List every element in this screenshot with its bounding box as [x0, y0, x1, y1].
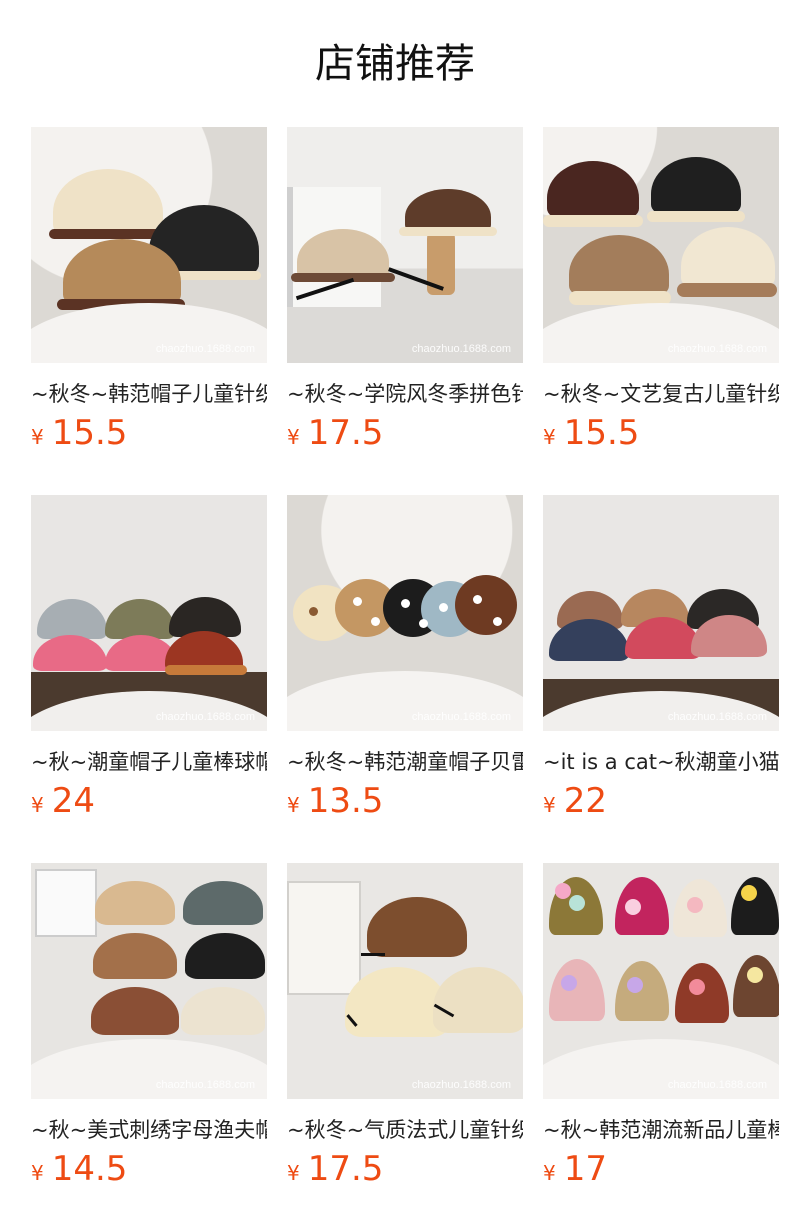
watermark: chaozhuo.1688.com: [155, 711, 255, 723]
currency-symbol: ¥: [287, 1161, 300, 1185]
watermark: chaozhuo.1688.com: [411, 343, 511, 355]
watermark: chaozhuo.1688.com: [667, 1079, 767, 1091]
currency-symbol: ¥: [543, 425, 556, 449]
product-image[interactable]: chaozhuo.1688.com: [287, 495, 523, 731]
product-image[interactable]: chaozhuo.1688.com: [31, 863, 267, 1099]
price-value: 17: [563, 1149, 607, 1189]
currency-symbol: ¥: [31, 425, 44, 449]
product-card[interactable]: chaozhuo.1688.com ~秋冬~学院风冬季拼色针织帽 ¥ 17.5: [287, 127, 523, 453]
product-price: ¥ 17: [543, 1149, 779, 1189]
product-price: ¥ 22: [543, 781, 779, 821]
currency-symbol: ¥: [287, 425, 300, 449]
product-price: ¥ 14.5: [31, 1149, 267, 1189]
product-price: ¥ 24: [31, 781, 267, 821]
price-value: 24: [51, 781, 95, 821]
product-name[interactable]: ~秋冬~韩范帽子儿童针织渔夫帽: [31, 381, 267, 407]
currency-symbol: ¥: [31, 793, 44, 817]
product-name[interactable]: ~秋~美式刺绣字母渔夫帽: [31, 1117, 267, 1143]
watermark: chaozhuo.1688.com: [411, 711, 511, 723]
product-price: ¥ 17.5: [287, 413, 523, 453]
page-title: 店铺推荐: [315, 41, 475, 87]
product-card[interactable]: chaozhuo.1688.com ~秋~美式刺绣字母渔夫帽 ¥ 14.5: [31, 863, 267, 1189]
product-image[interactable]: chaozhuo.1688.com: [287, 127, 523, 363]
price-value: 15.5: [51, 413, 128, 453]
product-name[interactable]: ~秋冬~学院风冬季拼色针织帽: [287, 381, 523, 407]
product-card[interactable]: chaozhuo.1688.com ~秋冬~韩范帽子儿童针织渔夫帽 ¥ 15.5: [31, 127, 267, 453]
watermark: chaozhuo.1688.com: [155, 343, 255, 355]
price-value: 13.5: [307, 781, 384, 821]
product-image[interactable]: chaozhuo.1688.com: [287, 863, 523, 1099]
currency-symbol: ¥: [543, 1161, 556, 1185]
product-image[interactable]: chaozhuo.1688.com: [31, 495, 267, 731]
price-value: 17.5: [307, 1149, 384, 1189]
product-name[interactable]: ~秋~韩范潮流新品儿童棒球帽: [543, 1117, 779, 1143]
product-price: ¥ 13.5: [287, 781, 523, 821]
product-price: ¥ 15.5: [31, 413, 267, 453]
product-card[interactable]: chaozhuo.1688.com ~秋冬~气质法式儿童针织帽 ¥ 17.5: [287, 863, 523, 1189]
product-image[interactable]: chaozhuo.1688.com: [543, 127, 779, 363]
product-card[interactable]: chaozhuo.1688.com ~秋~潮童帽子儿童棒球帽 ¥ 24: [31, 495, 267, 821]
product-name[interactable]: ~秋冬~气质法式儿童针织帽: [287, 1117, 523, 1143]
price-value: 15.5: [563, 413, 640, 453]
watermark: chaozhuo.1688.com: [667, 343, 767, 355]
currency-symbol: ¥: [543, 793, 556, 817]
product-image[interactable]: chaozhuo.1688.com: [31, 127, 267, 363]
product-card[interactable]: chaozhuo.1688.com ~秋冬~文艺复古儿童针织帽 ¥ 15.5: [543, 127, 779, 453]
product-name[interactable]: ~秋冬~韩范潮童帽子贝雷帽: [287, 749, 523, 775]
watermark: chaozhuo.1688.com: [667, 711, 767, 723]
watermark: chaozhuo.1688.com: [411, 1079, 511, 1091]
product-price: ¥ 15.5: [543, 413, 779, 453]
product-card[interactable]: chaozhuo.1688.com ~秋~韩范潮流新品儿童棒球帽 ¥ 17: [543, 863, 779, 1189]
product-name[interactable]: ~it is a cat~秋潮童小猫棒球帽: [543, 749, 779, 775]
currency-symbol: ¥: [287, 793, 300, 817]
product-image[interactable]: chaozhuo.1688.com: [543, 495, 779, 731]
product-card[interactable]: chaozhuo.1688.com ~秋冬~韩范潮童帽子贝雷帽 ¥ 13.5: [287, 495, 523, 821]
currency-symbol: ¥: [31, 1161, 44, 1185]
product-image[interactable]: chaozhuo.1688.com: [543, 863, 779, 1099]
product-card[interactable]: chaozhuo.1688.com ~it is a cat~秋潮童小猫棒球帽 …: [543, 495, 779, 821]
product-price: ¥ 17.5: [287, 1149, 523, 1189]
price-value: 17.5: [307, 413, 384, 453]
product-name[interactable]: ~秋~潮童帽子儿童棒球帽: [31, 749, 267, 775]
product-name[interactable]: ~秋冬~文艺复古儿童针织帽: [543, 381, 779, 407]
watermark: chaozhuo.1688.com: [155, 1079, 255, 1091]
price-value: 22: [563, 781, 607, 821]
price-value: 14.5: [51, 1149, 128, 1189]
